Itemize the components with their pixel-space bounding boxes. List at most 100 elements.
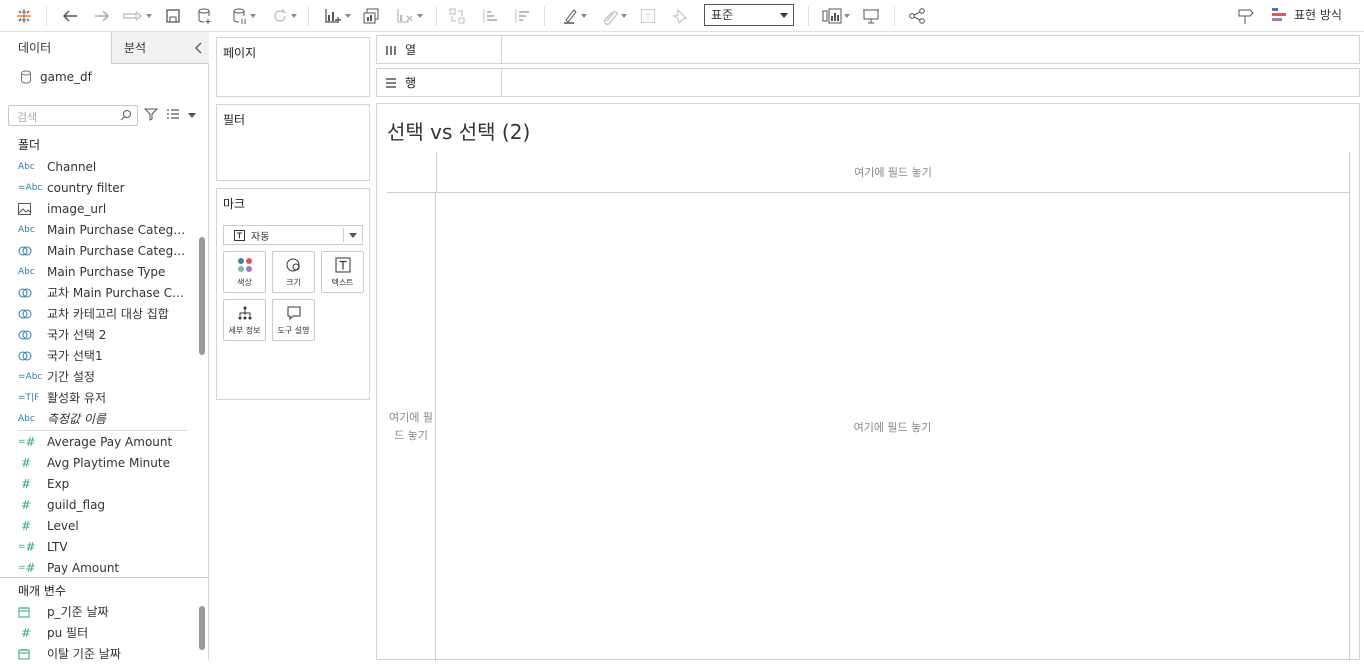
field-item[interactable]: =T|F 활성화 유저 xyxy=(18,387,190,408)
set-icon xyxy=(18,350,40,362)
drop-zone-rows[interactable]: 여기에 필드 놓기 xyxy=(387,193,436,661)
field-item[interactable]: =Abc 기간 설정 xyxy=(18,366,190,387)
number-type-icon: # xyxy=(21,476,32,491)
field-label: 활성화 유저 xyxy=(47,391,107,405)
presentation-mode-icon[interactable] xyxy=(860,4,882,28)
color-button[interactable]: 색상 xyxy=(223,251,266,293)
field-item[interactable]: Abc 측정값 이름 xyxy=(18,408,190,429)
group-members-icon[interactable] xyxy=(596,4,632,28)
folders-header: 폴더 xyxy=(18,138,41,152)
share-icon[interactable] xyxy=(906,4,928,28)
field-item[interactable]: 국가 선택1 xyxy=(18,345,190,366)
new-sheet-icon[interactable] xyxy=(318,4,356,28)
detail-button-label: 세부 정보 xyxy=(228,325,261,335)
params-header: 매개 변수 xyxy=(18,584,66,598)
drop-zone-rows-label: 여기에 필드 놓기 xyxy=(389,411,433,442)
set-icon xyxy=(18,329,40,341)
pages-card[interactable]: 페이지 xyxy=(216,37,370,97)
field-item[interactable]: Abc Channel xyxy=(18,156,190,177)
show-me-icon xyxy=(1272,7,1286,21)
field-label: p_기준 날짜 xyxy=(47,605,109,619)
divider xyxy=(0,577,209,578)
image-type-icon xyxy=(18,202,40,215)
highlight-icon[interactable] xyxy=(556,4,592,28)
field-item[interactable]: = # LTV xyxy=(18,536,190,557)
size-button[interactable]: 크기 xyxy=(272,251,315,293)
number-type-icon: # xyxy=(21,497,32,512)
field-item[interactable]: Main Purchase Categor... xyxy=(18,240,190,261)
pin-icon[interactable] xyxy=(670,4,690,28)
filter-icon[interactable] xyxy=(143,107,159,124)
rows-shelf[interactable]: 행 xyxy=(376,68,1360,97)
field-item[interactable]: # Exp xyxy=(18,473,190,494)
mark-type-select[interactable]: 자동 xyxy=(223,225,363,245)
detail-button[interactable]: 세부 정보 xyxy=(223,299,266,341)
list-view-icon[interactable] xyxy=(166,108,180,123)
date-type-icon xyxy=(18,648,40,660)
new-datasource-icon[interactable] xyxy=(194,4,216,28)
tab-data[interactable]: 데이터 xyxy=(0,32,112,64)
field-item[interactable]: =Abc country filter xyxy=(18,177,190,198)
sort-descending-icon[interactable] xyxy=(510,4,532,28)
field-item[interactable]: = # Pay Amount xyxy=(18,557,190,578)
pause-datasource-icon[interactable] xyxy=(226,4,262,28)
marks-card-title: 마크 xyxy=(223,197,246,211)
database-icon xyxy=(21,70,31,84)
show-labels-icon[interactable]: T xyxy=(638,4,658,28)
columns-shelf[interactable]: 열 xyxy=(376,35,1360,64)
field-item[interactable]: p_기준 날짜 xyxy=(18,601,190,622)
field-label: 교차 카테고리 대상 집합 xyxy=(47,307,169,321)
field-item[interactable]: = # Average Pay Amount xyxy=(18,431,190,452)
tableau-logo-icon[interactable] xyxy=(12,4,36,28)
pages-card-title: 페이지 xyxy=(223,46,257,60)
drop-zone-columns[interactable]: 여기에 필드 놓기 xyxy=(436,152,1350,193)
field-label: Exp xyxy=(47,476,70,491)
field-item[interactable]: Abc Main Purchase Category xyxy=(18,219,190,240)
save-icon[interactable] xyxy=(162,4,184,28)
drop-zone-main[interactable]: 여기에 필드 놓기 xyxy=(436,193,1350,661)
data-pane-tabs: 데이터 분석 xyxy=(0,32,209,64)
undo-icon[interactable] xyxy=(58,4,82,28)
string-type-icon: Abc xyxy=(18,161,35,172)
field-item[interactable]: 국가 선택 2 xyxy=(18,324,190,345)
collapse-icon[interactable] xyxy=(195,42,203,57)
field-item[interactable]: 교차 카테고리 대상 집합 xyxy=(18,303,190,324)
field-item[interactable]: 이탈 기준 날짜 xyxy=(18,643,190,664)
sort-ascending-icon[interactable] xyxy=(478,4,500,28)
sheet-title[interactable]: 선택 vs 선택 (2) xyxy=(387,116,530,145)
scrollbar[interactable] xyxy=(199,606,205,650)
clear-sheet-icon[interactable] xyxy=(390,4,428,28)
field-item[interactable]: 교차 Main Purchase Cat... xyxy=(18,282,190,303)
calc-boolean-type-icon: =T|F xyxy=(18,392,40,403)
size-icon xyxy=(286,258,299,271)
field-item[interactable]: # pu 필터 xyxy=(18,622,190,643)
worksheet-view: 선택 vs 선택 (2) 여기에 필드 놓기 여기에 필드 놓기 여기에 필드 … xyxy=(376,103,1360,661)
tooltip-button[interactable]: 도구 설명 xyxy=(272,299,315,341)
field-item[interactable]: # Level xyxy=(18,515,190,536)
number-type-icon: # xyxy=(21,518,32,533)
replay-icon[interactable] xyxy=(118,4,156,28)
columns-icon xyxy=(386,45,396,55)
field-label: Avg Playtime Minute xyxy=(47,455,170,470)
filters-card[interactable]: 필터 xyxy=(216,104,370,181)
fit-select[interactable]: 표준 xyxy=(704,4,794,26)
field-item[interactable]: # Avg Playtime Minute xyxy=(18,452,190,473)
label-button[interactable]: 텍스트 xyxy=(321,251,364,293)
tooltip-sign-icon[interactable] xyxy=(1234,4,1258,28)
search-input[interactable]: 검색 xyxy=(8,105,138,126)
field-label: Channel xyxy=(47,159,97,174)
redo-icon[interactable] xyxy=(90,4,114,28)
show-cards-icon[interactable] xyxy=(818,4,854,28)
datasource-item[interactable]: game_df xyxy=(20,70,92,84)
chevron-down-icon[interactable] xyxy=(188,113,196,118)
field-item[interactable]: Abc Main Purchase Type xyxy=(18,261,190,282)
field-item[interactable]: # guild_flag xyxy=(18,494,190,515)
show-me-button[interactable]: 표현 방식 xyxy=(1272,6,1342,23)
tooltip-icon xyxy=(287,306,300,320)
scrollbar[interactable] xyxy=(199,237,205,355)
refresh-icon[interactable] xyxy=(266,4,302,28)
field-item[interactable]: image_url xyxy=(18,198,190,219)
calc-string-type-icon: =Abc xyxy=(18,182,43,193)
duplicate-sheet-icon[interactable] xyxy=(360,4,382,28)
swap-icon[interactable] xyxy=(446,4,468,28)
